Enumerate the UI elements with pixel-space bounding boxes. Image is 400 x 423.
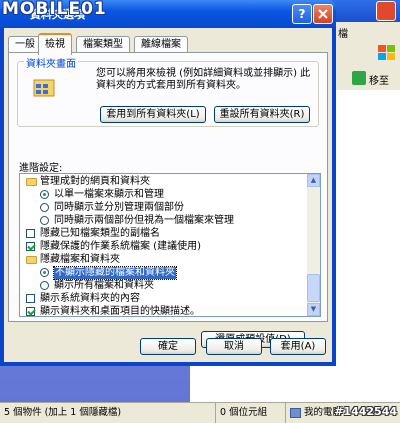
setting-label: 隱藏檔案和資料夾 bbox=[40, 254, 120, 265]
go-button-label[interactable]: 移至 bbox=[369, 72, 389, 87]
computer-icon bbox=[290, 407, 301, 418]
view-tab-panel: 資料夾畫面 您可以將用來檢視 (例如詳細資料或並排顯示) 此資料夾的方式套用到所… bbox=[8, 52, 328, 348]
setting-label: 顯示所有檔案和資料夾 bbox=[54, 280, 154, 291]
setting-row: 隱藏檔案和資料夾 bbox=[20, 254, 306, 266]
dialog-body: 一般 檢視 檔案類型 離線檔案 資料夾畫面 您可以將用來檢視 (例如詳細資料或並… bbox=[4, 28, 332, 362]
status-objects: 5 個物件 (加上 1 個隱藏檔) bbox=[0, 403, 216, 423]
tab-offline-files[interactable]: 離線檔案 bbox=[134, 36, 188, 53]
setting-label: 顯示系統資料夾的內容 bbox=[40, 293, 140, 304]
help-button[interactable]: ? bbox=[292, 4, 312, 24]
scroll-thumb[interactable] bbox=[307, 274, 320, 302]
explorer-close-button[interactable] bbox=[376, 1, 396, 21]
setting-row[interactable]: 顯示所有檔案和資料夾 bbox=[20, 280, 306, 292]
setting-label: 不顯示隱藏的檔案和資料夾 bbox=[53, 266, 177, 280]
vertical-scrollbar[interactable]: ▲ ▼ bbox=[307, 174, 320, 316]
setting-label: 同時顯示兩個部份但視為一個檔案來管理 bbox=[54, 215, 234, 226]
setting-row[interactable]: 顯示資料夾和桌面項目的快顯描述。 bbox=[20, 306, 306, 317]
radio-button[interactable] bbox=[40, 281, 49, 290]
radio-button[interactable] bbox=[40, 268, 49, 277]
setting-row[interactable]: 同時顯示並分別管理兩個部份 bbox=[20, 202, 306, 214]
windows-flag-icon bbox=[378, 45, 395, 60]
advanced-settings-label: 進階設定: bbox=[19, 163, 63, 174]
folder-icon bbox=[26, 256, 37, 264]
go-arrow-icon[interactable] bbox=[352, 71, 366, 85]
cancel-button[interactable]: 取消 bbox=[206, 338, 262, 355]
apply-button[interactable]: 套用(A) bbox=[270, 338, 326, 355]
checkbox[interactable] bbox=[26, 242, 35, 251]
checkbox[interactable] bbox=[26, 294, 35, 303]
close-icon bbox=[318, 9, 328, 19]
folder-views-icon bbox=[33, 79, 55, 97]
dialog-title-bar[interactable]: 資料夾選項 MOBILE01 ? bbox=[0, 0, 336, 28]
dialog-close-button[interactable] bbox=[313, 4, 333, 24]
setting-row[interactable]: 以單一檔案來顯示和管理 bbox=[20, 189, 306, 201]
radio-button[interactable] bbox=[40, 190, 49, 199]
explorer-menu-file[interactable]: 檔 bbox=[338, 25, 348, 40]
setting-row[interactable]: 同時顯示兩個部份但視為一個檔案來管理 bbox=[20, 215, 306, 227]
setting-label: 隱藏已知檔案類型的副檔名 bbox=[40, 228, 160, 239]
radio-button[interactable] bbox=[40, 203, 49, 212]
tab-general[interactable]: 一般 bbox=[8, 36, 42, 53]
ok-button[interactable]: 確定 bbox=[140, 338, 196, 355]
explorer-status-bar: 5 個物件 (加上 1 個隱藏檔) 0 個位元組 我的電腦 #1442544 bbox=[0, 402, 400, 423]
checkbox[interactable] bbox=[26, 229, 35, 238]
setting-row[interactable]: 顯示系統資料夾的內容 bbox=[20, 293, 306, 305]
group-description: 您可以將用來檢視 (例如詳細資料或並排顯示) 此資料夾的方式套用到所有資料夾。 bbox=[96, 68, 311, 91]
scroll-down-arrow-icon[interactable]: ▼ bbox=[307, 303, 320, 316]
folder-views-group: 資料夾畫面 您可以將用來檢視 (例如詳細資料或並排顯示) 此資料夾的方式套用到所… bbox=[17, 55, 319, 127]
advanced-settings-list[interactable]: 管理成對的網頁和資料夾以單一檔案來顯示和管理同時顯示並分別管理兩個部份同時顯示兩… bbox=[19, 173, 321, 317]
setting-row: 管理成對的網頁和資料夾 bbox=[20, 176, 306, 188]
status-size: 0 個位元組 bbox=[216, 403, 286, 423]
setting-label: 以單一檔案來顯示和管理 bbox=[54, 189, 164, 200]
apply-to-all-folders-button[interactable]: 套用到所有資料夾(L) bbox=[100, 106, 206, 123]
setting-label: 管理成對的網頁和資料夾 bbox=[40, 176, 150, 187]
tab-view[interactable]: 檢視 bbox=[38, 33, 72, 55]
post-id: #1442544 bbox=[334, 405, 397, 418]
tab-file-types[interactable]: 檔案類型 bbox=[76, 36, 130, 53]
scroll-up-arrow-icon[interactable]: ▲ bbox=[307, 174, 320, 187]
setting-row[interactable]: 隱藏保護的作業系統檔案 (建議使用) bbox=[20, 241, 306, 253]
setting-label: 顯示資料夾和桌面項目的快顯描述。 bbox=[40, 306, 200, 317]
reset-all-folders-button[interactable]: 重設所有資料夾(R) bbox=[214, 106, 310, 123]
folder-options-dialog: 資料夾選項 MOBILE01 ? 一般 檢視 檔案類型 離線檔案 資料夾畫面 您… bbox=[0, 0, 336, 366]
setting-label: 隱藏保護的作業系統檔案 (建議使用) bbox=[40, 241, 201, 252]
checkbox[interactable] bbox=[26, 307, 35, 316]
setting-row[interactable]: 不顯示隱藏的檔案和資料夾 bbox=[20, 266, 306, 280]
radio-button[interactable] bbox=[40, 216, 49, 225]
setting-row[interactable]: 隱藏已知檔案類型的副檔名 bbox=[20, 228, 306, 240]
group-legend: 資料夾畫面 bbox=[24, 55, 78, 70]
watermark-logo: MOBILE01 bbox=[2, 0, 107, 19]
setting-label: 同時顯示並分別管理兩個部份 bbox=[54, 202, 184, 213]
folder-icon bbox=[26, 178, 37, 186]
